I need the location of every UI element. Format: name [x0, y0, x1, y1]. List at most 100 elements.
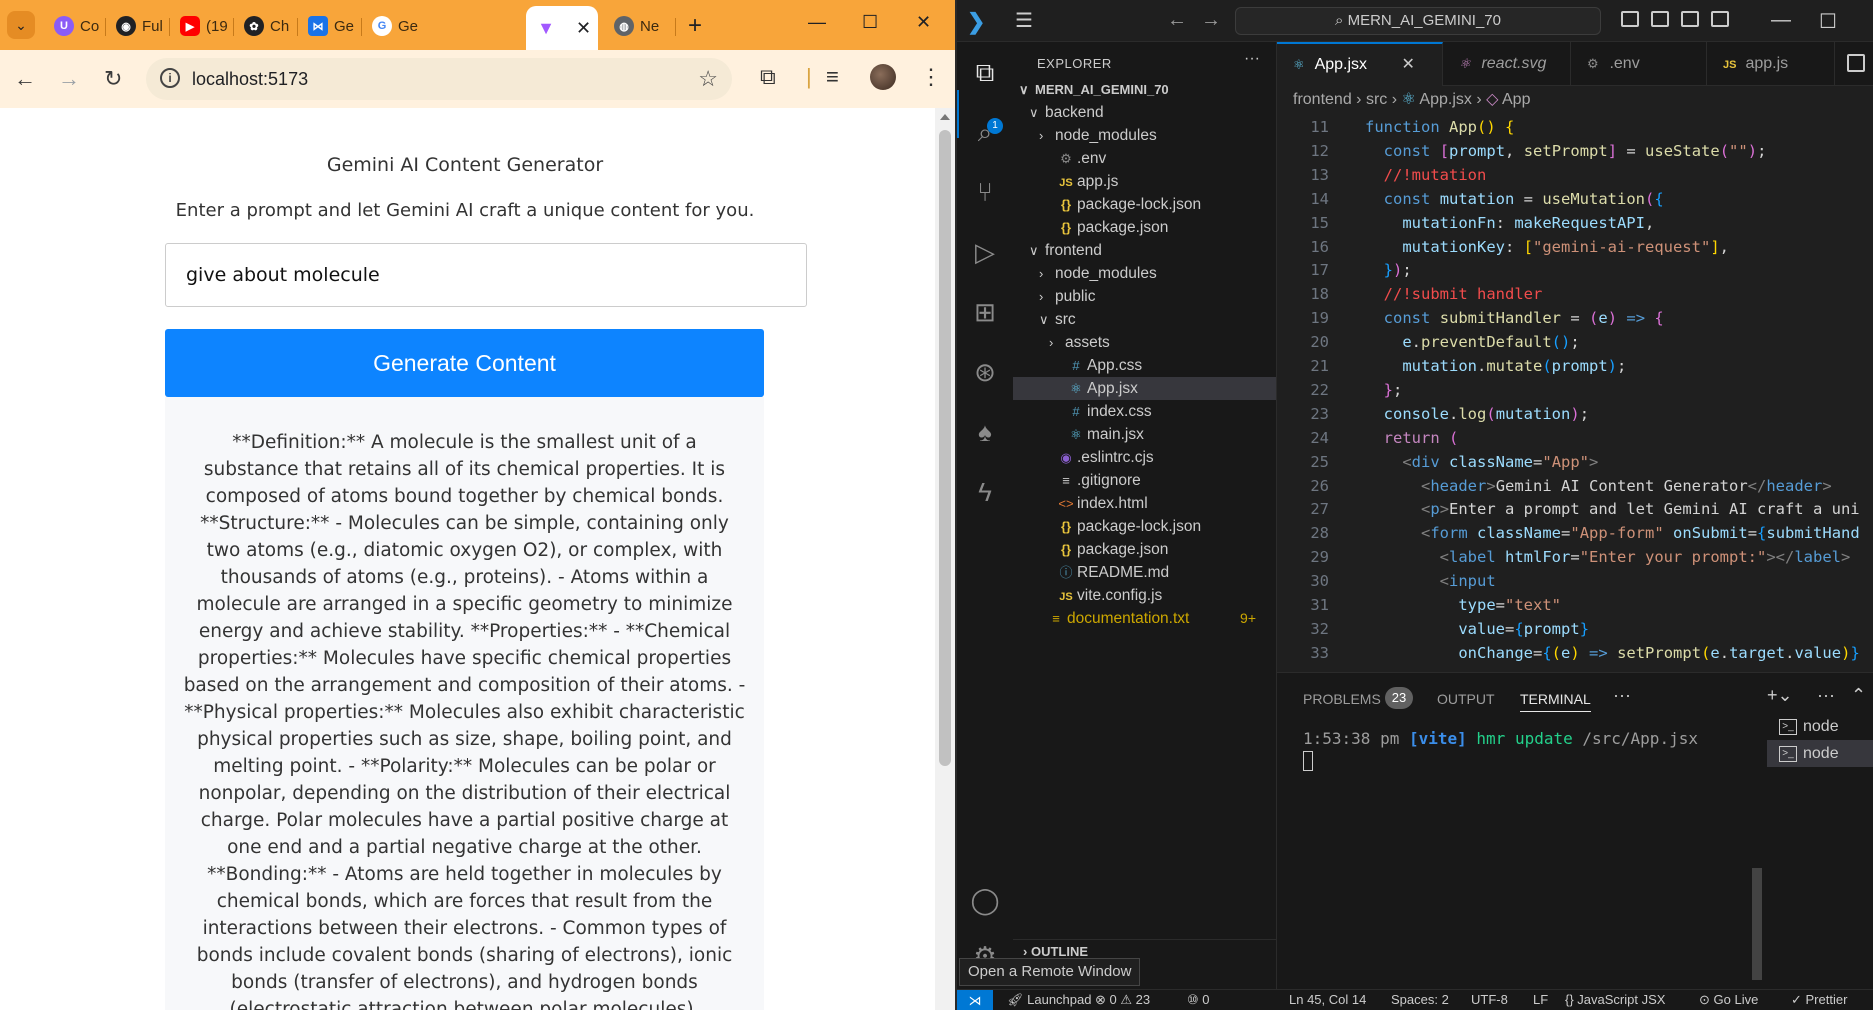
breadcrumb-item[interactable]: App: [1502, 91, 1530, 108]
command-center[interactable]: ⌕ MERN_AI_GEMINI_70: [1235, 7, 1601, 35]
code-line[interactable]: 14 const mutation = useMutation({: [1277, 187, 1873, 211]
tree-file[interactable]: JS app.js: [1013, 170, 1276, 193]
back-arrow-icon[interactable]: ←: [14, 66, 36, 92]
source-control-icon[interactable]: ⑂: [969, 176, 1001, 208]
close-window-icon[interactable]: ✕: [916, 12, 931, 33]
tree-file[interactable]: ≡ .gitignore: [1013, 469, 1276, 492]
run-debug-icon[interactable]: ▷: [969, 236, 1001, 268]
profile-avatar[interactable]: [870, 64, 896, 90]
url-text[interactable]: localhost:5173: [192, 69, 308, 90]
code-editor[interactable]: 11 function App() {12 const [prompt, setP…: [1277, 114, 1873, 672]
page-scrollbar[interactable]: [935, 108, 955, 1010]
code-line[interactable]: 15 mutationFn: makeRequestAPI,: [1277, 211, 1873, 235]
reload-icon[interactable]: ↻: [104, 66, 122, 92]
editor-tab-active[interactable]: ⚛ App.jsx ✕: [1277, 42, 1443, 86]
tree-file[interactable]: ⚙ .env: [1013, 147, 1276, 170]
go-live-button[interactable]: ⊙ Go Live: [1699, 992, 1758, 1008]
generate-content-button[interactable]: Generate Content: [165, 329, 764, 397]
tree-folder[interactable]: ∨ src: [1013, 308, 1276, 331]
code-line[interactable]: 31 type="text": [1277, 593, 1873, 617]
code-line[interactable]: 23 console.log(mutation);: [1277, 402, 1873, 426]
browser-tab[interactable]: G Ge: [362, 8, 426, 44]
breadcrumb-item[interactable]: frontend: [1293, 91, 1352, 108]
new-tab-button[interactable]: +: [688, 12, 702, 40]
breadcrumb-item[interactable]: src: [1366, 91, 1387, 108]
terminal-scrollbar[interactable]: [1752, 868, 1762, 980]
browser-tab[interactable]: ◍ Ne: [604, 8, 676, 44]
tree-file[interactable]: {} package-lock.json: [1013, 193, 1276, 216]
ports-status[interactable]: ⑩ 0: [1187, 992, 1210, 1008]
bookmark-star-icon[interactable]: ☆: [698, 66, 718, 92]
tab-terminal[interactable]: TERMINAL: [1520, 691, 1591, 712]
code-line[interactable]: 18 //!submit handler: [1277, 282, 1873, 306]
toggle-panel-icon[interactable]: [1651, 11, 1669, 27]
git-graph-icon[interactable]: ⊛: [969, 356, 1001, 388]
code-line[interactable]: 16 mutationKey: ["gemini-ai-request"],: [1277, 235, 1873, 259]
forward-arrow-icon[interactable]: →: [58, 66, 80, 92]
tree-file[interactable]: {} package-lock.json: [1013, 515, 1276, 538]
close-tab-icon[interactable]: ✕: [1401, 56, 1414, 73]
panel-more-icon[interactable]: ···: [1613, 685, 1631, 706]
tree-folder[interactable]: ∨ backend: [1013, 101, 1276, 124]
code-line[interactable]: 12 const [prompt, setPrompt] = useState(…: [1277, 139, 1873, 163]
browser-tab[interactable]: U Co: [44, 8, 106, 44]
code-line[interactable]: 24 return (: [1277, 426, 1873, 450]
tree-folder[interactable]: › node_modules: [1013, 262, 1276, 285]
media-controls-icon[interactable]: ≡: [826, 64, 839, 90]
breadcrumb-item[interactable]: App.jsx: [1419, 91, 1471, 108]
browser-tab[interactable]: ◉ Ful: [106, 8, 170, 44]
thunder-client-icon[interactable]: ϟ: [969, 476, 1001, 508]
code-line[interactable]: 30 <input: [1277, 569, 1873, 593]
browser-tab[interactable]: ✿ Ch: [234, 8, 298, 44]
terminal-instance[interactable]: >_ node: [1767, 713, 1873, 740]
extensions-icon[interactable]: ⊞: [969, 296, 1001, 328]
prettier-status[interactable]: ✓ Prettier: [1791, 992, 1847, 1008]
nav-back-icon[interactable]: ←: [1167, 9, 1187, 32]
tree-file[interactable]: {} package.json: [1013, 216, 1276, 239]
language-mode[interactable]: {} JavaScript JSX: [1565, 992, 1665, 1007]
extensions-icon[interactable]: ⧉: [760, 64, 776, 90]
code-line[interactable]: 27 <p>Enter a prompt and let Gemini AI c…: [1277, 497, 1873, 521]
mongodb-leaf-icon[interactable]: ♠: [969, 416, 1001, 448]
prompt-input[interactable]: give about molecule: [165, 243, 807, 307]
split-editor-icon[interactable]: [1847, 54, 1865, 72]
tree-file[interactable]: # App.css: [1013, 354, 1276, 377]
maximize-icon[interactable]: ☐: [862, 12, 878, 33]
terminal-instance[interactable]: >_ node: [1767, 740, 1873, 767]
browser-tab[interactable]: ▶ (19: [170, 8, 234, 44]
editor-tab[interactable]: ⚙ .env: [1571, 42, 1707, 86]
code-line[interactable]: 26 <header>Gemini AI Content Generator</…: [1277, 474, 1873, 498]
new-terminal-icon[interactable]: +⌄: [1767, 685, 1793, 706]
tree-file[interactable]: JS vite.config.js: [1013, 584, 1276, 607]
tree-folder[interactable]: › public: [1013, 285, 1276, 308]
code-line[interactable]: 33 onChange={(e) => setPrompt(e.target.v…: [1277, 641, 1873, 665]
explorer-files-icon[interactable]: ⧉: [969, 56, 1001, 88]
code-line[interactable]: 19 const submitHandler = (e) => {: [1277, 306, 1873, 330]
panel-actions-icon[interactable]: ···: [1817, 685, 1835, 706]
encoding-status[interactable]: UTF-8: [1471, 992, 1508, 1007]
tree-file[interactable]: ⚛ App.jsx: [1013, 377, 1276, 400]
minimize-icon[interactable]: —: [808, 12, 826, 33]
code-line[interactable]: 25 <div className="App">: [1277, 450, 1873, 474]
tree-folder[interactable]: ∨ frontend: [1013, 239, 1276, 262]
editor-tab[interactable]: ⚛ react.svg: [1443, 42, 1571, 86]
address-bar[interactable]: i localhost:5173 ☆: [146, 58, 732, 100]
tree-file[interactable]: ⚛ main.jsx: [1013, 423, 1276, 446]
code-line[interactable]: 21 mutation.mutate(prompt);: [1277, 354, 1873, 378]
tab-problems[interactable]: PROBLEMS: [1303, 691, 1381, 707]
code-line[interactable]: 17 });: [1277, 258, 1873, 282]
hamburger-menu-icon[interactable]: ☰: [1015, 8, 1033, 33]
problems-status[interactable]: ⊗ 0 ⚠ 23: [1095, 992, 1150, 1008]
tree-folder[interactable]: › node_modules: [1013, 124, 1276, 147]
minimize-icon[interactable]: —: [1771, 9, 1791, 32]
close-tab-icon[interactable]: ✕: [576, 18, 591, 39]
customize-layout-icon[interactable]: [1711, 11, 1729, 27]
code-line[interactable]: 20 e.preventDefault();: [1277, 330, 1873, 354]
site-info-icon[interactable]: i: [160, 68, 180, 88]
scrollbar-thumb[interactable]: [939, 130, 951, 766]
tree-folder[interactable]: ∨ MERN_AI_GEMINI_70: [1013, 78, 1276, 101]
toggle-sidebar-icon[interactable]: [1621, 11, 1639, 27]
toggle-secondary-sidebar-icon[interactable]: [1681, 11, 1699, 27]
code-line[interactable]: 29 <label htmlFor="Enter your prompt:"><…: [1277, 545, 1873, 569]
more-actions-icon[interactable]: ···: [1244, 50, 1260, 68]
